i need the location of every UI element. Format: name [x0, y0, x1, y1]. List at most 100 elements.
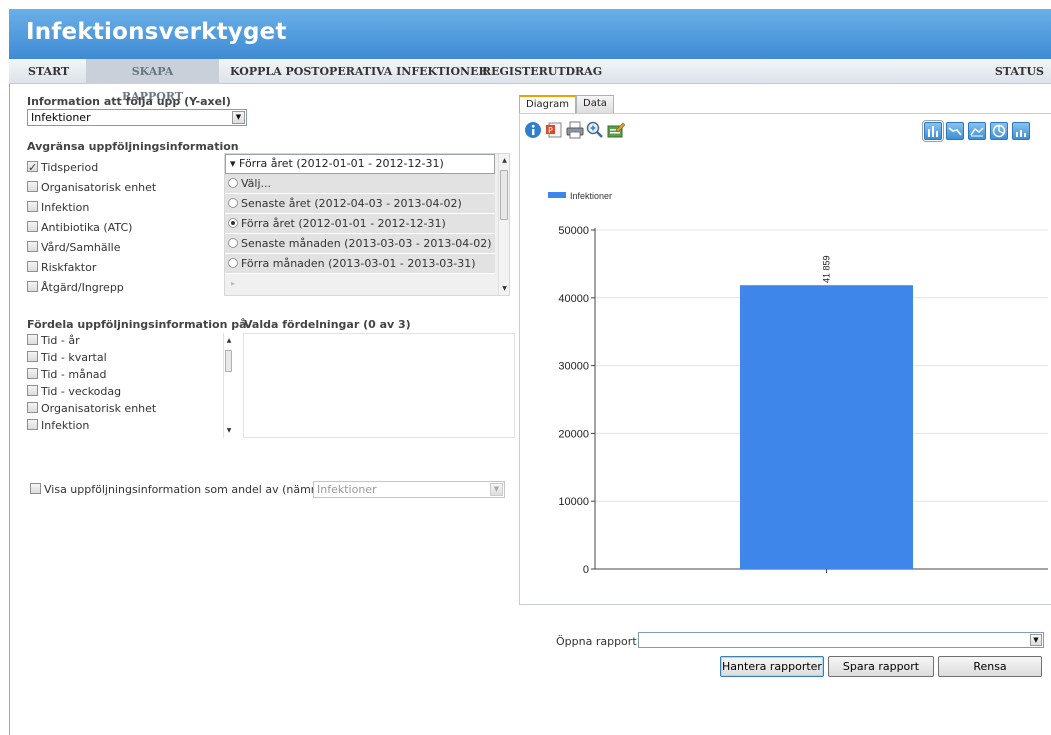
limit-item-riskfaktor[interactable]: Riskfaktor	[27, 258, 96, 278]
radio[interactable]	[228, 258, 238, 268]
bar-data-label: 41 859	[822, 255, 832, 283]
main-navigation: START SKAPA RAPPORT KOPPLA POSTOPERATIVA…	[9, 59, 1051, 103]
legend-label: Infektioner	[570, 191, 612, 201]
limit-item-tidsperiod[interactable]: Tidsperiod	[27, 158, 98, 178]
limit-heading: Avgränsa uppföljningsinformation	[27, 140, 239, 153]
nav-skapa-rapport[interactable]: SKAPA RAPPORT	[86, 59, 219, 103]
checkbox[interactable]	[27, 334, 38, 345]
nav-registerutdrag[interactable]: REGISTERUTDRAG	[467, 59, 617, 84]
nav-koppla-postoperativa[interactable]: KOPPLA POSTOPERATIVA INFEKTIONER	[215, 59, 503, 84]
y-tick-label: 10000	[558, 496, 589, 508]
distribute-item-tid-veckodag[interactable]: Tid - veckodag	[27, 383, 121, 400]
legend-swatch	[548, 192, 566, 198]
limit-item-infektion[interactable]: Infektion	[27, 198, 89, 218]
limit-item-organisatorisk[interactable]: Organisatorisk enhet	[27, 178, 156, 198]
app-header: Infektionsverktyget	[9, 9, 1051, 59]
open-report-select[interactable]: ▼	[638, 632, 1044, 648]
svg-text:P: P	[548, 126, 553, 135]
save-report-button[interactable]: Spara rapport	[828, 656, 934, 677]
yaxis-select[interactable]: Infektioner ▼	[27, 109, 247, 126]
radio[interactable]	[228, 198, 238, 208]
period-dropdown-header[interactable]: ▾ Förra året (2012-01-01 - 2012-12-31)	[225, 154, 495, 174]
column-chart-icon[interactable]	[1012, 122, 1030, 140]
scroll-thumb[interactable]	[500, 170, 508, 220]
limit-item-vard[interactable]: Vård/Samhälle	[27, 238, 120, 258]
distribute-item-organisatorisk[interactable]: Organisatorisk enhet	[27, 400, 156, 417]
scroll-down-icon[interactable]: ▼	[499, 283, 509, 294]
distribute-item-tid-kvartal[interactable]: Tid - kvartal	[27, 349, 107, 366]
yaxis-select-value: Infektioner	[31, 111, 91, 124]
distribute-scrollbar[interactable]: ▲ ▼	[223, 333, 233, 438]
bar-chart-icon[interactable]	[922, 120, 944, 142]
selected-distributions-heading: Valda fördelningar (0 av 3)	[244, 318, 411, 331]
radio[interactable]	[228, 178, 238, 188]
yaxis-label: Information att följa upp (Y-axel)	[27, 95, 231, 108]
limit-item-atgard[interactable]: Åtgärd/Ingrepp	[27, 278, 124, 298]
radio[interactable]	[228, 238, 238, 248]
scroll-up-icon[interactable]: ▲	[499, 155, 509, 166]
selected-distributions-box[interactable]	[243, 333, 515, 438]
manage-reports-button[interactable]: Hantera rapporter	[720, 656, 824, 677]
checkbox[interactable]	[30, 483, 41, 494]
y-tick-label: 50000	[558, 225, 589, 237]
scroll-down-icon[interactable]: ▼	[224, 425, 234, 436]
checkbox[interactable]	[27, 261, 38, 272]
info-icon[interactable]	[524, 121, 542, 139]
nav-status[interactable]: STATUS	[980, 59, 1051, 84]
distribute-item-infektion[interactable]: Infektion	[27, 417, 89, 434]
y-tick-label: 20000	[558, 428, 589, 440]
distribute-list: Tid - år Tid - kvartal Tid - månad Tid -…	[27, 333, 237, 438]
ratio-select-value: Infektioner	[317, 483, 377, 496]
y-tick-label: 30000	[558, 361, 589, 373]
zoom-icon[interactable]	[586, 121, 604, 139]
app-title: Infektionsverktyget	[26, 19, 287, 45]
radio[interactable]	[228, 218, 238, 228]
checkbox[interactable]	[27, 241, 38, 252]
area-chart-icon[interactable]	[968, 122, 986, 140]
checkbox[interactable]	[27, 221, 38, 232]
checkbox[interactable]	[27, 158, 38, 178]
ratio-checkbox-row[interactable]: Visa uppföljningsinformation som andel a…	[30, 480, 340, 500]
checkbox[interactable]	[27, 281, 38, 292]
dropdown-arrow-icon[interactable]: ▼	[232, 111, 245, 124]
period-option-senaste-manaden[interactable]: Senaste månaden (2013-03-03 - 2013-04-02…	[225, 234, 495, 254]
pie-chart-icon[interactable]	[990, 122, 1008, 140]
tab-diagram[interactable]: Diagram	[519, 95, 576, 113]
period-options: Välj... Senaste året (2012-04-03 - 2013-…	[225, 174, 495, 276]
bar-chart: Infektioner 0 10000 20000 30000 40000 50000 41 …	[548, 191, 1048, 576]
checkbox[interactable]	[27, 402, 38, 413]
scroll-right-icon[interactable]: ▸	[231, 279, 235, 288]
y-tick-label: 40000	[558, 293, 589, 305]
distribute-item-tid-manad[interactable]: Tid - månad	[27, 366, 107, 383]
period-option-senaste-aret[interactable]: Senaste året (2012-04-03 - 2013-04-02)	[225, 194, 495, 214]
period-option-forra-manaden[interactable]: Förra månaden (2013-03-01 - 2013-03-31)	[225, 254, 495, 274]
checkbox[interactable]	[27, 419, 38, 430]
dropdown-arrow-icon[interactable]: ▼	[1030, 634, 1042, 646]
checkbox[interactable]	[27, 385, 38, 396]
clear-button[interactable]: Rensa	[938, 656, 1042, 677]
scroll-up-icon[interactable]: ▲	[224, 335, 234, 346]
checkbox[interactable]	[27, 368, 38, 379]
tab-data[interactable]: Data	[576, 95, 614, 113]
checkbox[interactable]	[27, 351, 38, 362]
checkbox[interactable]	[27, 181, 38, 192]
period-panel: ▾ Förra året (2012-01-01 - 2012-12-31) V…	[224, 153, 510, 296]
bar	[740, 285, 913, 569]
edit-chart-icon[interactable]	[607, 121, 625, 139]
page-left-border	[9, 84, 10, 735]
period-option-valj[interactable]: Välj...	[225, 174, 495, 194]
nav-start[interactable]: START	[13, 59, 84, 84]
scroll-thumb[interactable]	[225, 350, 232, 372]
open-report-label: Öppna rapport	[556, 635, 637, 648]
limit-item-antibiotika[interactable]: Antibiotika (ATC)	[27, 218, 132, 238]
distribute-item-tid-ar[interactable]: Tid - år	[27, 333, 80, 349]
dropdown-arrow-icon[interactable]: ▼	[490, 483, 503, 496]
export-powerpoint-icon[interactable]: P	[545, 121, 563, 139]
line-chart-icon[interactable]	[946, 122, 964, 140]
y-tick-label: 0	[583, 564, 589, 576]
ratio-select[interactable]: Infektioner ▼	[313, 481, 505, 498]
period-option-forra-aret[interactable]: Förra året (2012-01-01 - 2012-12-31)	[225, 214, 495, 234]
print-icon[interactable]	[566, 121, 584, 139]
checkbox[interactable]	[27, 201, 38, 212]
period-scrollbar[interactable]: ▲ ▼	[498, 154, 509, 295]
